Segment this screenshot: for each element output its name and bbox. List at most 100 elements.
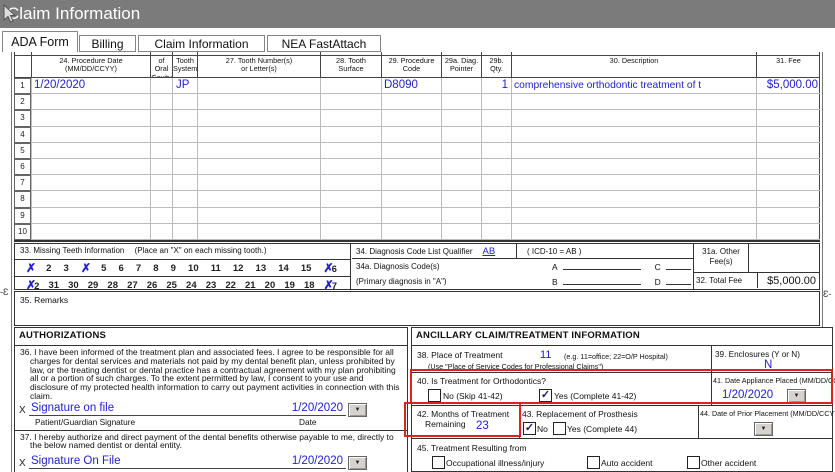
tooth-31[interactable]: 31: [48, 280, 59, 291]
cell-qty[interactable]: [481, 175, 511, 192]
cell-date[interactable]: 1/20/2020: [31, 78, 150, 95]
tooth-19[interactable]: 19: [284, 280, 295, 291]
place-of-treatment-value[interactable]: 11: [540, 349, 551, 361]
cell-tooth_numbers[interactable]: [197, 126, 320, 143]
tooth-3[interactable]: 3: [64, 263, 69, 274]
cell-fee[interactable]: [756, 191, 820, 208]
tooth-27[interactable]: 27: [127, 280, 138, 291]
cell-code[interactable]: [381, 110, 441, 127]
cell-code[interactable]: [381, 94, 441, 111]
cell-surface[interactable]: [320, 94, 381, 111]
other-fees-field[interactable]: [749, 244, 819, 272]
patient-signature-value[interactable]: Signature on file: [31, 402, 114, 414]
cell-description[interactable]: [511, 175, 756, 192]
cell-tooth_system[interactable]: [172, 94, 197, 111]
cell-tooth_system[interactable]: [172, 126, 197, 143]
cell-qty[interactable]: 1: [481, 78, 511, 95]
tooth-14[interactable]: 14: [278, 263, 289, 274]
tab-claim-information[interactable]: Claim Information: [138, 35, 265, 52]
remarks-box[interactable]: 35. Remarks: [14, 291, 820, 326]
subscriber-signature-date[interactable]: 1/20/2020: [291, 455, 343, 467]
tooth-12[interactable]: 12: [233, 263, 244, 274]
cell-fee[interactable]: [756, 126, 820, 143]
cell-oral_cavity[interactable]: [150, 126, 172, 143]
cell-description[interactable]: [511, 126, 756, 143]
diagnosis-code-d-field[interactable]: [665, 274, 691, 285]
cell-tooth_numbers[interactable]: [197, 78, 320, 95]
cell-code[interactable]: [381, 223, 441, 240]
tooth-2[interactable]: 2: [46, 263, 51, 274]
cell-surface[interactable]: [320, 191, 381, 208]
subscriber-signature-date-dropdown-button[interactable]: ▼: [348, 456, 367, 470]
cell-oral_cavity[interactable]: [150, 175, 172, 192]
cell-surface[interactable]: [320, 158, 381, 176]
cell-tooth_system[interactable]: [172, 191, 197, 208]
tooth-11[interactable]: 11: [211, 263, 221, 274]
patient-signature-date[interactable]: 1/20/2020: [291, 402, 343, 414]
cell-oral_cavity[interactable]: [150, 142, 172, 159]
cell-diag_pointer[interactable]: [441, 142, 481, 159]
tooth-7[interactable]: 7: [136, 263, 141, 274]
cell-surface[interactable]: [320, 126, 381, 143]
cell-surface[interactable]: [320, 78, 381, 95]
enclosures-value[interactable]: N: [764, 359, 772, 371]
cell-date[interactable]: [31, 110, 150, 127]
patient-signature-date-dropdown-button[interactable]: ▼: [348, 402, 367, 417]
cell-date[interactable]: [31, 191, 150, 208]
tab-ada-form[interactable]: ADA Form: [2, 31, 78, 52]
cell-fee[interactable]: $5,000.00: [756, 78, 820, 95]
cell-code[interactable]: [381, 191, 441, 208]
cell-date[interactable]: [31, 94, 150, 111]
cell-description[interactable]: [511, 223, 756, 240]
cell-oral_cavity[interactable]: [150, 110, 172, 127]
cell-description[interactable]: [511, 110, 756, 127]
cell-surface[interactable]: [320, 110, 381, 127]
cell-diag_pointer[interactable]: [441, 78, 481, 95]
cell-qty[interactable]: [481, 191, 511, 208]
tooth-26[interactable]: 26: [147, 280, 158, 291]
date-appliance-placed-dropdown-button[interactable]: ▼: [787, 389, 806, 403]
cell-description[interactable]: [511, 158, 756, 176]
cell-oral_cavity[interactable]: [150, 158, 172, 176]
cell-diag_pointer[interactable]: [441, 207, 481, 224]
tooth-8[interactable]: 8: [153, 263, 158, 274]
tooth-25[interactable]: 25: [166, 280, 177, 291]
cell-fee[interactable]: [756, 175, 820, 192]
other-accident-checkbox[interactable]: [687, 456, 700, 469]
tooth-32[interactable]: ✗2: [26, 278, 39, 292]
tooth-20[interactable]: 20: [265, 280, 276, 291]
cell-description[interactable]: [511, 142, 756, 159]
tooth-16[interactable]: ✗6: [324, 261, 337, 275]
cell-tooth_system[interactable]: [172, 207, 197, 224]
cell-code[interactable]: [381, 207, 441, 224]
cell-qty[interactable]: [481, 126, 511, 143]
cell-diag_pointer[interactable]: [441, 94, 481, 111]
cell-surface[interactable]: [320, 223, 381, 240]
cell-surface[interactable]: [320, 142, 381, 159]
tooth-9[interactable]: 9: [171, 263, 176, 274]
cell-oral_cavity[interactable]: [150, 191, 172, 208]
cell-fee[interactable]: [756, 223, 820, 240]
cell-diag_pointer[interactable]: [441, 158, 481, 176]
tooth-6[interactable]: 6: [118, 263, 123, 274]
diagnosis-qualifier-value[interactable]: AB: [483, 244, 496, 258]
cell-description[interactable]: [511, 207, 756, 224]
tooth-21[interactable]: 21: [245, 280, 256, 291]
occupational-illness-checkbox[interactable]: [432, 456, 445, 469]
cell-tooth_system[interactable]: [172, 110, 197, 127]
tooth-18[interactable]: 18: [304, 280, 315, 291]
cell-qty[interactable]: [481, 207, 511, 224]
orthodontics-yes-checkbox[interactable]: ✓: [539, 389, 552, 402]
tooth-29[interactable]: 29: [88, 280, 99, 291]
cell-tooth_numbers[interactable]: [197, 94, 320, 111]
cell-fee[interactable]: [756, 94, 820, 111]
cell-diag_pointer[interactable]: [441, 110, 481, 127]
diagnosis-code-a-field[interactable]: [562, 259, 641, 270]
tooth-30[interactable]: 30: [68, 280, 79, 291]
cell-tooth_numbers[interactable]: [197, 191, 320, 208]
cell-description[interactable]: comprehensive orthodontic treatment of t: [511, 78, 756, 95]
cell-tooth_numbers[interactable]: [197, 207, 320, 224]
cell-date[interactable]: [31, 223, 150, 240]
cell-tooth_numbers[interactable]: [197, 158, 320, 176]
cell-diag_pointer[interactable]: [441, 223, 481, 240]
